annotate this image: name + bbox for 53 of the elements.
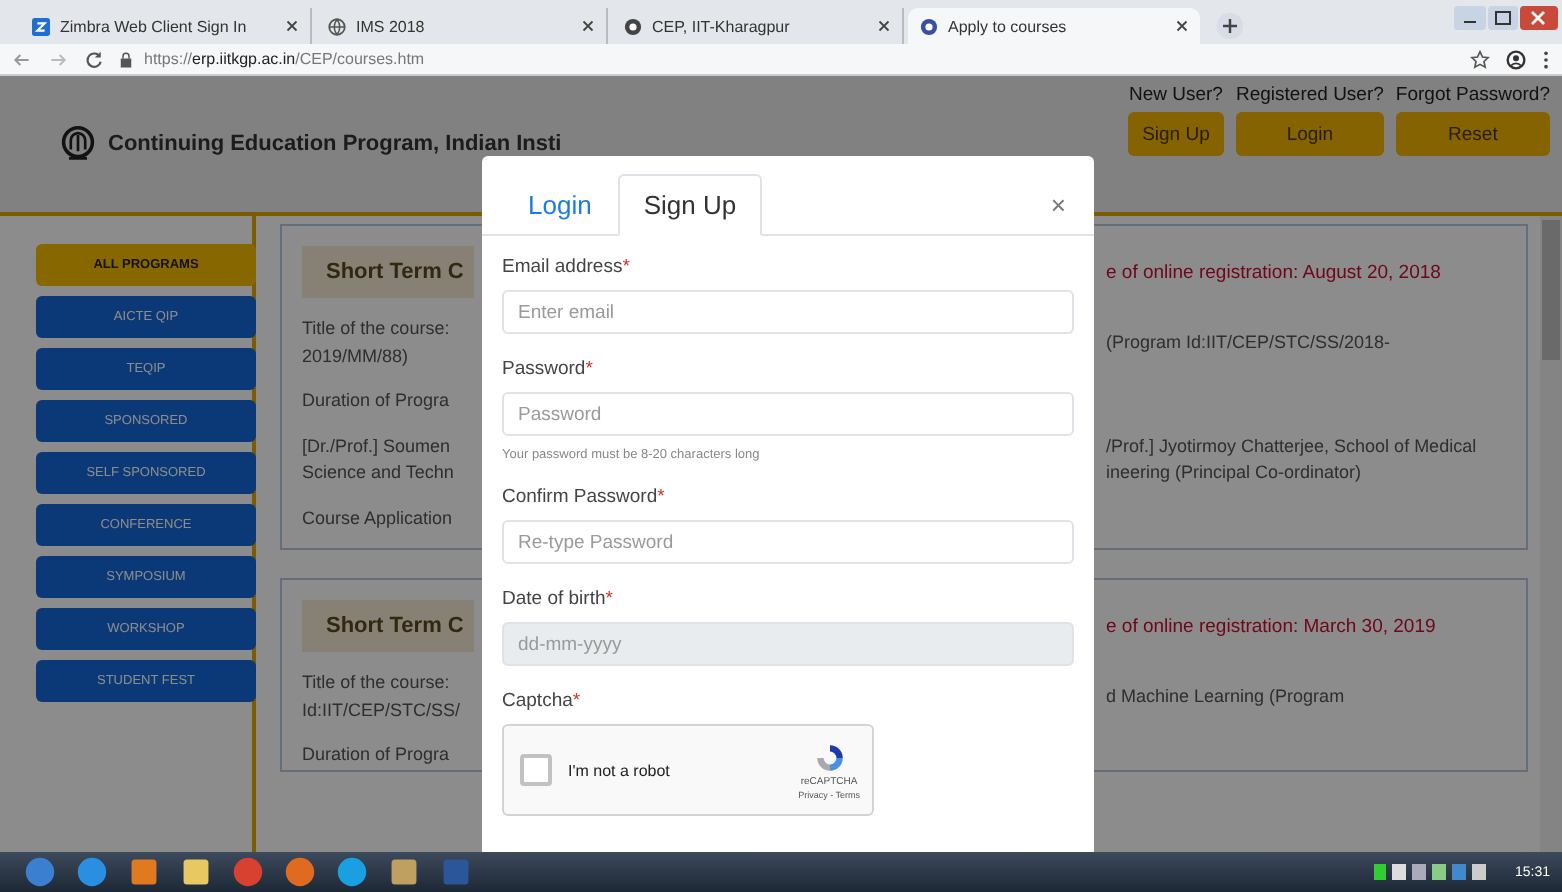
action-caption: Forgot Password? (1395, 84, 1550, 106)
course-heading: Short Term C (302, 246, 474, 298)
close-icon[interactable] (1176, 20, 1188, 32)
course-detail: Duration of Progra (302, 742, 450, 768)
reload-icon[interactable] (84, 49, 104, 69)
input-field[interactable]: Enter email (502, 290, 1074, 334)
star-icon[interactable] (1470, 49, 1490, 69)
captcha-checkbox[interactable] (520, 754, 552, 786)
field-label: Email address* (502, 256, 632, 278)
course-detail: (Program Id:IIT/CEP/STC/SS/2018- (1106, 329, 1391, 356)
close-icon[interactable] (286, 20, 298, 32)
field-label: Captcha* (502, 690, 583, 712)
header-button[interactable]: Sign Up (1127, 112, 1224, 156)
browser-tab[interactable]: Apply to courses (908, 8, 1200, 44)
close-button[interactable]: × (1042, 189, 1074, 219)
course-detail: d Machine Learning (Program (1106, 683, 1345, 710)
site-title: Continuing Education Program, Indian Insti (108, 132, 562, 156)
account-icon[interactable] (1506, 49, 1526, 69)
header-button[interactable]: Reset (1395, 112, 1550, 156)
field-label: Confirm Password* (502, 486, 667, 508)
field-label: Password* (502, 358, 595, 380)
course-detail: Duration of Progra (302, 388, 450, 414)
course-detail: Course Application (302, 505, 453, 532)
course-detail: Title of the course: Id:IIT/CEP/STC/SS/ (302, 670, 461, 723)
scrollbar[interactable] (1540, 216, 1562, 852)
close-icon[interactable] (582, 20, 594, 32)
course-detail: /Prof.] Jyotirmoy Chatterjee, School of Medical ineering (Principal Co-ordinator) (1106, 433, 1477, 486)
captcha-text: I'm not a robot (568, 761, 670, 779)
window-controls-icon[interactable] (1454, 4, 1558, 36)
action-caption: Registered User? (1235, 84, 1384, 106)
recaptcha-icon (813, 741, 846, 773)
dialog-tab[interactable]: Sign Up (617, 174, 763, 236)
input-field[interactable]: Password (502, 392, 1074, 436)
registration-deadline: e of online registration: March 30, 2019 (1106, 615, 1436, 637)
course-heading: Short Term C (302, 600, 474, 652)
favicon-icon (32, 17, 50, 35)
dialog-tab[interactable]: Login (502, 174, 618, 236)
new-tab-icon[interactable] (1216, 12, 1244, 40)
globe-icon (328, 17, 346, 35)
header-button[interactable]: Login (1235, 112, 1384, 156)
back-icon[interactable] (12, 49, 32, 69)
menu-icon[interactable] (1542, 49, 1550, 69)
course-detail: [Dr./Prof.] Soumen Science and Techn (302, 433, 454, 486)
emblem-icon (624, 17, 642, 35)
input-field[interactable]: Re-type Password (502, 520, 1074, 564)
course-detail: Title of the course: 2019/MM/88) (302, 316, 450, 370)
action-caption: New User? (1127, 84, 1224, 106)
emblem-icon (920, 17, 938, 35)
emblem-icon (60, 126, 96, 162)
lock-icon (120, 51, 132, 67)
field-label: Date of birth* (502, 588, 615, 610)
registration-deadline: e of online registration: August 20, 2018 (1106, 261, 1441, 283)
close-icon[interactable] (878, 20, 890, 32)
